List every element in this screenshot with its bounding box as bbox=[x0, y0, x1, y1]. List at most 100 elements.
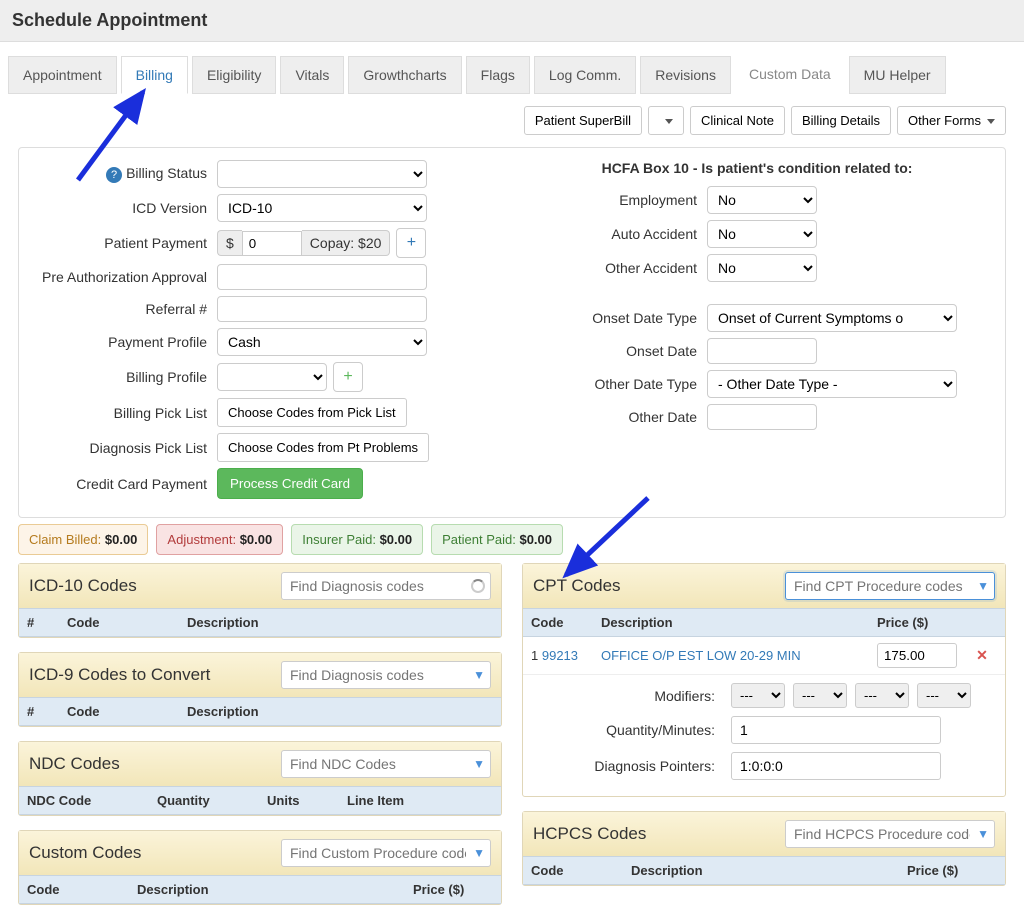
hcpcs-section: HCPCS Codes ▼ Code Description Price ($) bbox=[522, 811, 1006, 886]
col-line: Line Item bbox=[347, 793, 404, 808]
cpt-desc-link[interactable]: OFFICE O/P EST LOW 20-29 MIN bbox=[601, 648, 801, 663]
onset-type-label: Onset Date Type bbox=[517, 310, 707, 326]
tab-appointment[interactable]: Appointment bbox=[8, 56, 117, 94]
icd9-search-input[interactable] bbox=[281, 661, 491, 689]
col-code: Code bbox=[531, 615, 601, 630]
other-forms-dropdown[interactable]: Other Forms bbox=[897, 106, 1006, 135]
tab-growthcharts[interactable]: Growthcharts bbox=[348, 56, 461, 94]
billing-profile-select[interactable] bbox=[217, 363, 327, 391]
col-n: # bbox=[27, 615, 67, 630]
other-accident-select[interactable]: No bbox=[707, 254, 817, 282]
modifier-2-select[interactable]: --- bbox=[793, 683, 847, 708]
modifier-4-select[interactable]: --- bbox=[917, 683, 971, 708]
patient-superbill-button[interactable]: Patient SuperBill bbox=[524, 106, 642, 135]
other-date-input[interactable] bbox=[707, 404, 817, 430]
pre-auth-label: Pre Authorization Approval bbox=[27, 269, 217, 285]
tab-vitals[interactable]: Vitals bbox=[280, 56, 344, 94]
tab-customdata[interactable]: Custom Data bbox=[735, 56, 845, 94]
cpt-search-input[interactable] bbox=[785, 572, 995, 600]
col-code: Code bbox=[67, 615, 187, 630]
qty-input[interactable] bbox=[731, 716, 941, 744]
billing-form-left: ?Billing Status ICD Version ICD-10 Patie… bbox=[27, 160, 507, 505]
billing-status-select[interactable] bbox=[217, 160, 427, 188]
spinner-icon bbox=[471, 579, 485, 593]
ndc-search-input[interactable] bbox=[281, 750, 491, 778]
dp-input[interactable] bbox=[731, 752, 941, 780]
chevron-down-icon: ▼ bbox=[977, 827, 989, 841]
ccpay-label: Credit Card Payment bbox=[27, 476, 217, 492]
other-date-label: Other Date bbox=[517, 409, 707, 425]
patient-superbill-dropdown[interactable] bbox=[648, 106, 684, 135]
qty-label: Quantity/Minutes: bbox=[533, 722, 723, 738]
employment-label: Employment bbox=[517, 192, 707, 208]
icd10-search-input[interactable] bbox=[281, 572, 491, 600]
help-icon[interactable]: ? bbox=[106, 167, 122, 183]
col-code: Code bbox=[27, 882, 137, 897]
delete-icon[interactable]: ✕ bbox=[976, 647, 988, 663]
cpt-title: CPT Codes bbox=[533, 576, 621, 596]
referral-label: Referral # bbox=[27, 301, 217, 317]
chevron-down-icon: ▼ bbox=[473, 668, 485, 682]
tab-flags[interactable]: Flags bbox=[466, 56, 530, 94]
auto-accident-label: Auto Accident bbox=[517, 226, 707, 242]
payment-profile-label: Payment Profile bbox=[27, 334, 217, 350]
patient-paid-pill: Patient Paid: $0.00 bbox=[431, 524, 563, 555]
window-title: Schedule Appointment bbox=[0, 0, 1024, 42]
pre-auth-input[interactable] bbox=[217, 264, 427, 290]
col-desc: Description bbox=[631, 863, 907, 878]
add-billing-profile-button[interactable]: + bbox=[333, 362, 363, 392]
clinical-note-button[interactable]: Clinical Note bbox=[690, 106, 785, 135]
tab-billing[interactable]: Billing bbox=[121, 56, 188, 94]
tab-muhelper[interactable]: MU Helper bbox=[849, 56, 946, 94]
modifier-3-select[interactable]: --- bbox=[855, 683, 909, 708]
cpt-price-input[interactable] bbox=[877, 643, 957, 668]
other-date-type-label: Other Date Type bbox=[517, 376, 707, 392]
cpt-code-link[interactable]: 99213 bbox=[542, 648, 578, 663]
col-desc: Description bbox=[187, 615, 259, 630]
auto-accident-select[interactable]: No bbox=[707, 220, 817, 248]
billing-profile-label: Billing Profile bbox=[27, 369, 217, 385]
patient-payment-input[interactable] bbox=[242, 231, 302, 256]
diagnosis-picklist-button[interactable]: Choose Codes from Pt Problems bbox=[217, 433, 429, 462]
col-price: Price ($) bbox=[413, 882, 493, 897]
tab-logcomm[interactable]: Log Comm. bbox=[534, 56, 636, 94]
tab-revisions[interactable]: Revisions bbox=[640, 56, 731, 94]
col-code: Code bbox=[531, 863, 631, 878]
claim-billed-pill: Claim Billed: $0.00 bbox=[18, 524, 148, 555]
other-date-type-select[interactable]: - Other Date Type - bbox=[707, 370, 957, 398]
hcfa-title: HCFA Box 10 - Is patient's condition rel… bbox=[517, 160, 997, 176]
col-desc: Description bbox=[187, 704, 259, 719]
col-qty: Quantity bbox=[157, 793, 267, 808]
billing-details-button[interactable]: Billing Details bbox=[791, 106, 891, 135]
payment-profile-select[interactable]: Cash bbox=[217, 328, 427, 356]
referral-input[interactable] bbox=[217, 296, 427, 322]
chevron-down-icon: ▼ bbox=[473, 846, 485, 860]
cpt-row: 1 99213 OFFICE O/P EST LOW 20-29 MIN ✕ bbox=[523, 637, 1005, 675]
icd10-section: ICD-10 Codes # Code Description bbox=[18, 563, 502, 638]
diagnosis-picklist-label: Diagnosis Pick List bbox=[27, 440, 217, 456]
process-credit-card-button[interactable]: Process Credit Card bbox=[217, 468, 363, 499]
custom-section: Custom Codes ▼ Code Description Price ($… bbox=[18, 830, 502, 905]
onset-type-select[interactable]: Onset of Current Symptoms o bbox=[707, 304, 957, 332]
custom-search-input[interactable] bbox=[281, 839, 491, 867]
onset-date-input[interactable] bbox=[707, 338, 817, 364]
add-payment-button[interactable]: + bbox=[396, 228, 426, 258]
tab-bar: Appointment Billing Eligibility Vitals G… bbox=[8, 50, 1016, 100]
ndc-title: NDC Codes bbox=[29, 754, 120, 774]
icd9-section: ICD-9 Codes to Convert ▼ # Code Descript… bbox=[18, 652, 502, 727]
ndc-section: NDC Codes ▼ NDC Code Quantity Units Line… bbox=[18, 741, 502, 816]
col-code: Code bbox=[67, 704, 187, 719]
dp-label: Diagnosis Pointers: bbox=[533, 758, 723, 774]
modifier-1-select[interactable]: --- bbox=[731, 683, 785, 708]
icd-version-select[interactable]: ICD-10 bbox=[217, 194, 427, 222]
employment-select[interactable]: No bbox=[707, 186, 817, 214]
icd10-title: ICD-10 Codes bbox=[29, 576, 137, 596]
tab-eligibility[interactable]: Eligibility bbox=[192, 56, 276, 94]
billing-picklist-button[interactable]: Choose Codes from Pick List bbox=[217, 398, 407, 427]
onset-date-label: Onset Date bbox=[517, 343, 707, 359]
adjustment-pill: Adjustment: $0.00 bbox=[156, 524, 283, 555]
icd9-title: ICD-9 Codes to Convert bbox=[29, 665, 210, 685]
col-ndccode: NDC Code bbox=[27, 793, 157, 808]
col-n: # bbox=[27, 704, 67, 719]
hcpcs-search-input[interactable] bbox=[785, 820, 995, 848]
